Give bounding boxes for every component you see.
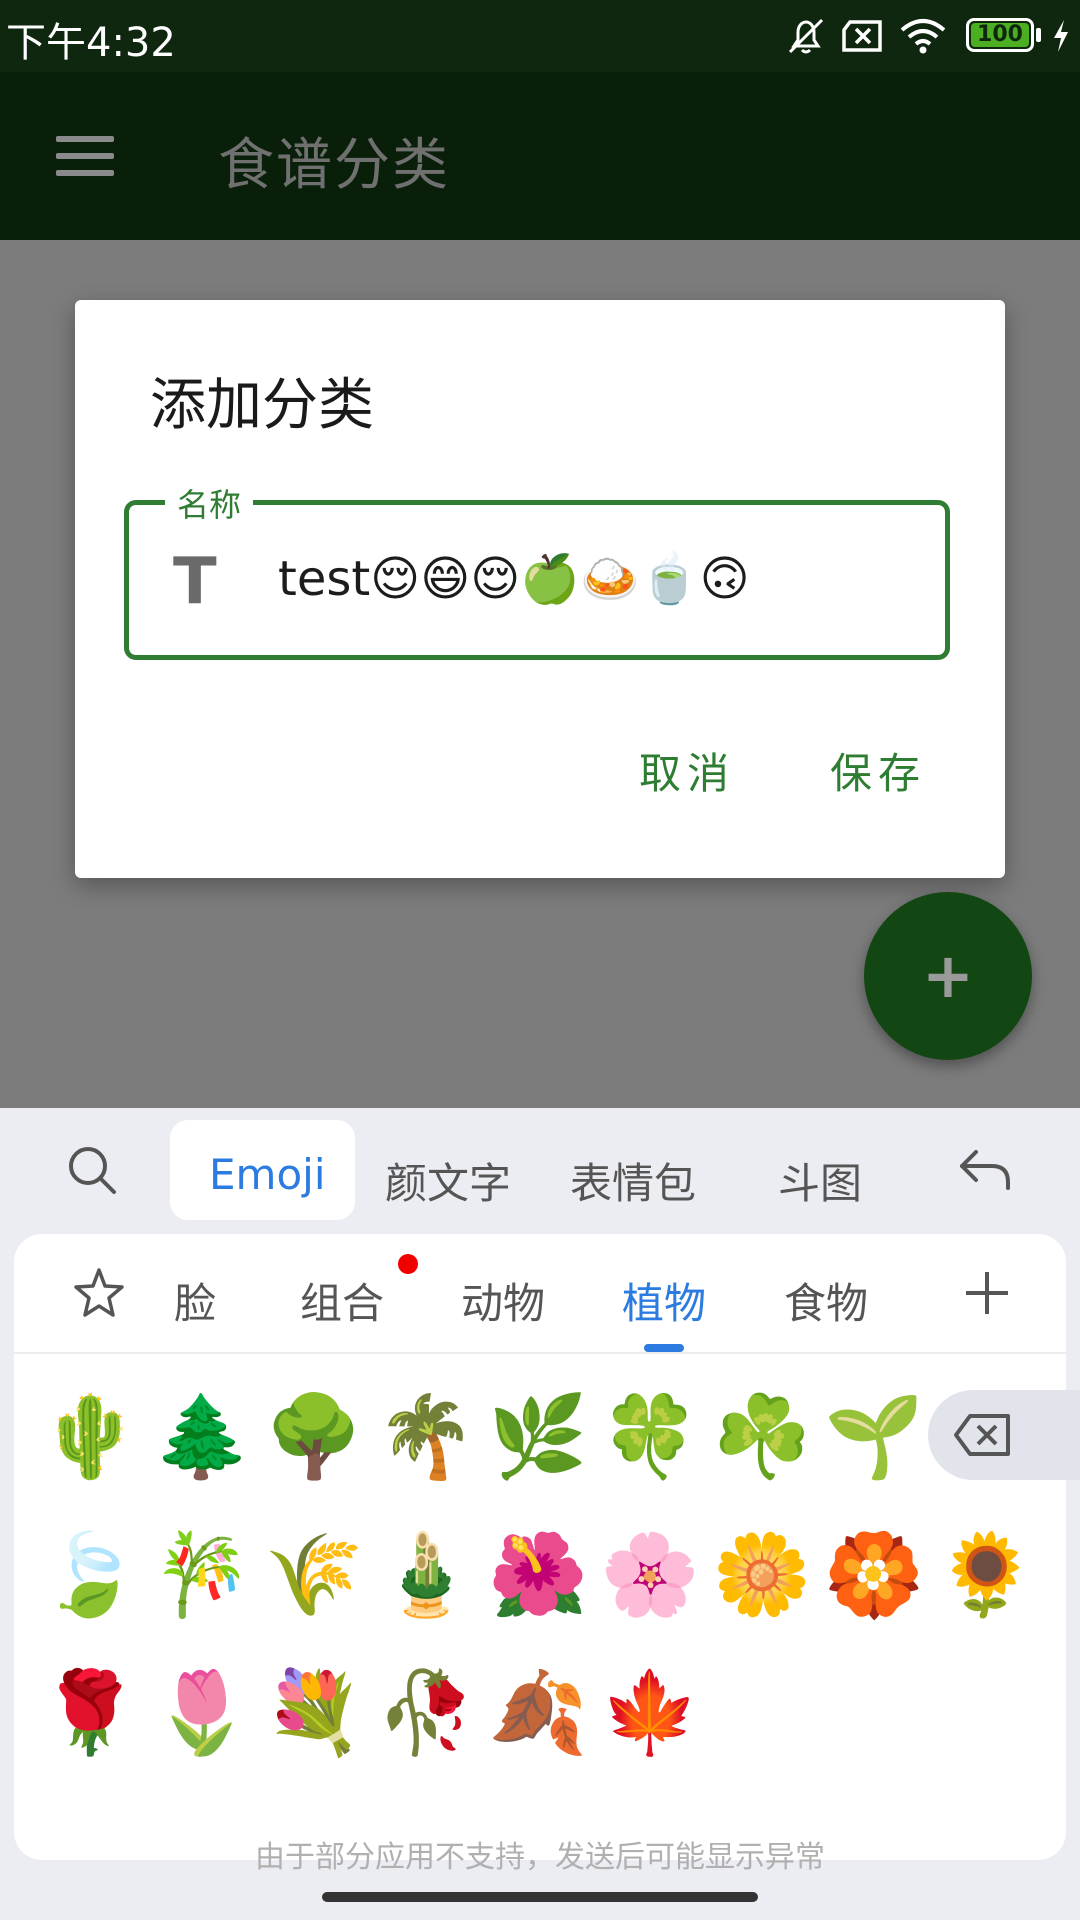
emoji-key[interactable]: 🍁 bbox=[600, 1668, 700, 1758]
text-type-icon: T bbox=[173, 545, 217, 619]
backspace-icon bbox=[954, 1414, 1010, 1456]
emoji-key[interactable]: 🍃 bbox=[40, 1530, 140, 1620]
status-time: 下午4:32 bbox=[6, 20, 176, 66]
emoji-key[interactable]: 🌼 bbox=[712, 1530, 812, 1620]
tab-emoji[interactable]: Emoji bbox=[209, 1150, 325, 1199]
bell-off-icon bbox=[788, 18, 824, 54]
emoji-key[interactable]: 🌱 bbox=[824, 1392, 924, 1482]
emoji-key[interactable]: 🌺 bbox=[488, 1530, 588, 1620]
emoji-key[interactable]: 🌳 bbox=[264, 1392, 364, 1482]
name-field-value[interactable]: test😌😄😌🍏🍛🍵🙃 bbox=[278, 550, 750, 607]
emoji-key[interactable]: ☘️ bbox=[712, 1392, 812, 1482]
battery-tip bbox=[1036, 28, 1041, 42]
emoji-key[interactable]: 🍀 bbox=[600, 1392, 700, 1482]
plus-icon: + bbox=[922, 939, 974, 1012]
sim-x-icon bbox=[842, 20, 882, 52]
divider bbox=[14, 1352, 1066, 1354]
emoji-key[interactable]: 🌵 bbox=[40, 1392, 140, 1482]
charging-icon bbox=[1054, 20, 1068, 52]
emoji-key[interactable]: 🎍 bbox=[376, 1530, 476, 1620]
app-bar-scrim bbox=[0, 72, 1080, 240]
search-icon[interactable] bbox=[66, 1144, 118, 1196]
battery-level: 100 bbox=[977, 22, 1023, 47]
dialog-title: 添加分类 bbox=[150, 373, 374, 438]
tab-doutu[interactable]: 斗图 bbox=[778, 1150, 862, 1211]
name-field-label: 名称 bbox=[165, 480, 254, 526]
status-bar: 下午4:32 100 bbox=[0, 0, 1080, 72]
backspace-button[interactable] bbox=[928, 1390, 1080, 1480]
emoji-key[interactable]: 🌴 bbox=[376, 1392, 476, 1482]
emoji-key[interactable]: 💐 bbox=[264, 1668, 364, 1758]
emoji-key[interactable]: 🎋 bbox=[152, 1530, 252, 1620]
emoji-key[interactable]: 🍂 bbox=[488, 1668, 588, 1758]
emoji-key[interactable]: 🌷 bbox=[152, 1668, 252, 1758]
plus-icon[interactable] bbox=[964, 1270, 1010, 1316]
star-icon[interactable] bbox=[72, 1266, 126, 1320]
wifi-icon bbox=[900, 19, 946, 54]
cancel-button[interactable]: 取消 bbox=[639, 740, 735, 801]
save-button[interactable]: 保存 bbox=[830, 740, 926, 801]
page-title: 食谱分类 bbox=[218, 133, 450, 198]
tab-kaomoji[interactable]: 颜文字 bbox=[385, 1150, 511, 1211]
category-faces[interactable]: 脸 bbox=[174, 1270, 216, 1331]
emoji-key[interactable]: 🌸 bbox=[600, 1530, 700, 1620]
home-indicator[interactable] bbox=[322, 1892, 758, 1902]
emoji-key[interactable]: 🌿 bbox=[488, 1392, 588, 1482]
category-active-indicator bbox=[644, 1344, 684, 1352]
compatibility-hint: 由于部分应用不支持，发送后可能显示异常 bbox=[255, 1840, 825, 1875]
notification-dot bbox=[398, 1254, 418, 1274]
category-animals[interactable]: 动物 bbox=[461, 1270, 545, 1331]
battery-icon: 100 bbox=[966, 18, 1034, 52]
category-combos[interactable]: 组合 bbox=[300, 1270, 384, 1331]
emoji-key[interactable]: 🏵️ bbox=[824, 1530, 924, 1620]
emoji-key[interactable]: 🌾 bbox=[264, 1530, 364, 1620]
add-fab-button[interactable]: + bbox=[864, 892, 1032, 1060]
hamburger-menu-icon[interactable] bbox=[56, 136, 114, 176]
add-category-dialog: 添加分类 名称 T test😌😄😌🍏🍛🍵🙃 取消 保存 bbox=[75, 300, 1005, 878]
undo-icon[interactable] bbox=[956, 1146, 1014, 1194]
category-food[interactable]: 食物 bbox=[784, 1270, 868, 1331]
category-plants[interactable]: 植物 bbox=[622, 1270, 706, 1331]
emoji-key[interactable]: 🌻 bbox=[936, 1530, 1036, 1620]
tab-stickers[interactable]: 表情包 bbox=[570, 1150, 696, 1211]
emoji-key[interactable]: 🌹 bbox=[40, 1668, 140, 1758]
emoji-key[interactable]: 🌲 bbox=[152, 1392, 252, 1482]
emoji-key[interactable]: 🥀 bbox=[376, 1668, 476, 1758]
